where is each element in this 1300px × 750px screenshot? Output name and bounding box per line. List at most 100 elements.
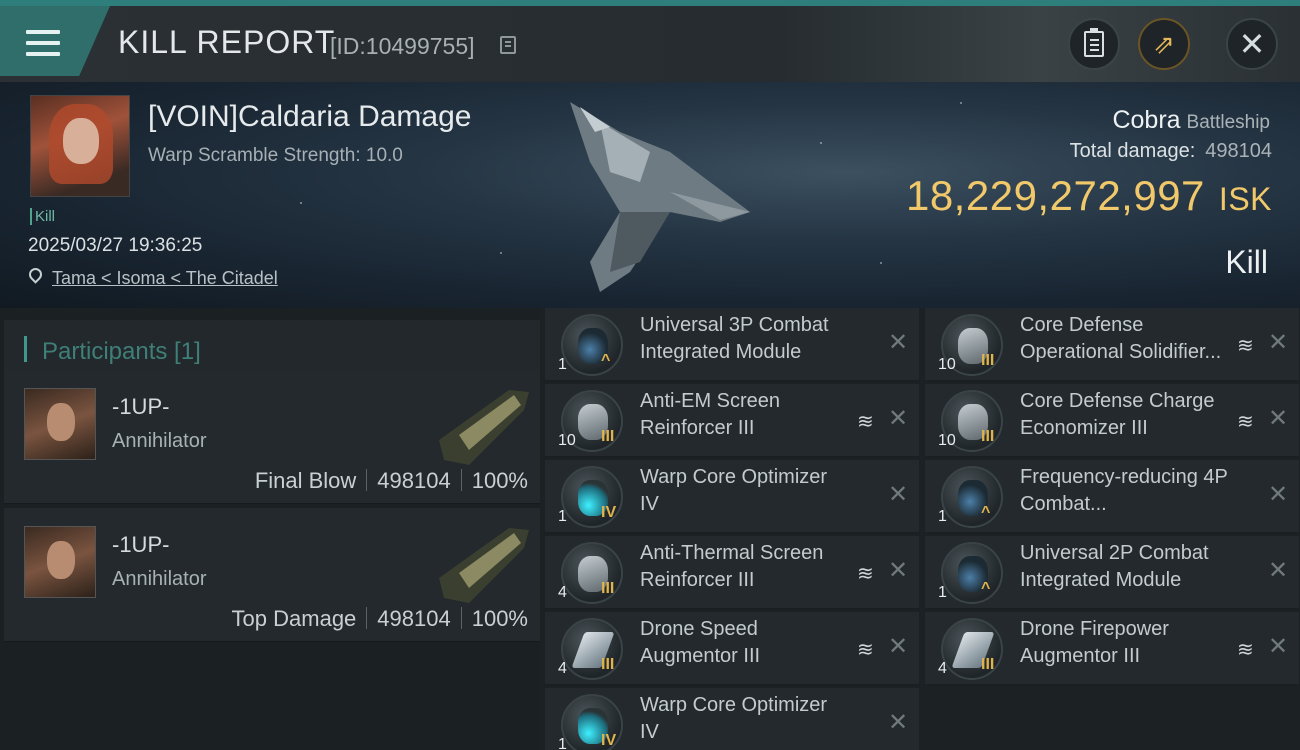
- module-row[interactable]: 1 ^ Frequency-reducing 4P Combat... ✕: [925, 460, 1299, 534]
- stack-layers-icon[interactable]: ≋: [1237, 333, 1254, 358]
- remove-icon[interactable]: ✕: [888, 708, 908, 737]
- remove-icon[interactable]: ✕: [888, 328, 908, 357]
- victim-name[interactable]: [VOIN]Caldaria Damage: [148, 100, 471, 134]
- participants-panel: Participants [1] -1UP- Annihilator Final…: [0, 308, 540, 750]
- report-id: [ID:10499755]: [330, 33, 475, 59]
- victim-avatar[interactable]: [30, 95, 130, 197]
- module-row[interactable]: 4 III Anti-Thermal Screen Reinforcer III ≋ ✕: [545, 536, 919, 610]
- clipboard-button[interactable]: [1068, 18, 1120, 70]
- close-icon: ✕: [1238, 26, 1266, 62]
- copy-icon[interactable]: [500, 36, 516, 54]
- module-quantity: 1: [938, 508, 947, 525]
- remove-icon[interactable]: ✕: [888, 556, 908, 585]
- stack-layers-icon[interactable]: ≋: [857, 561, 874, 586]
- remove-icon[interactable]: ✕: [1268, 328, 1288, 357]
- remove-icon[interactable]: ✕: [888, 404, 908, 433]
- module-quantity: 10: [558, 432, 576, 449]
- module-row[interactable]: 1 ^ Universal 2P Combat Integrated Module ✕: [925, 536, 1299, 610]
- module-row[interactable]: 10 III Core Defense Operational Solidifier…: [925, 308, 1299, 382]
- participant-avatar[interactable]: [24, 526, 96, 598]
- module-name: Anti-Thermal Screen Reinforcer III: [640, 542, 824, 591]
- module-tier: ^: [981, 504, 991, 521]
- victim-panel: [VOIN]Caldaria Damage Warp Scramble Stre…: [0, 82, 1300, 308]
- clipboard-icon: [1084, 28, 1104, 57]
- module-quantity: 10: [938, 432, 956, 449]
- module-row[interactable]: 1 ^ Universal 3P Combat Integrated Module ✕: [545, 308, 919, 382]
- module-quantity: 1: [938, 584, 947, 601]
- kill-datetime: 2025/03/27 19:36:25: [28, 235, 203, 256]
- total-damage: Total damage: 498104: [1069, 140, 1272, 162]
- module-tier: III: [981, 656, 995, 673]
- module-name: Warp Core Optimizer IV: [640, 694, 828, 743]
- participants-title: Participants [1]: [42, 338, 201, 365]
- module-tier: III: [601, 428, 615, 445]
- close-button[interactable]: ✕: [1226, 18, 1278, 70]
- module-name: Warp Core Optimizer IV: [640, 466, 828, 515]
- remove-icon[interactable]: ✕: [1268, 480, 1288, 509]
- module-tier: IV: [601, 504, 617, 521]
- participant-ship: Annihilator: [112, 430, 207, 452]
- module-name: Anti-EM Screen Reinforcer III: [640, 390, 781, 439]
- location-link[interactable]: Tama < Isoma < The Citadel: [52, 268, 278, 289]
- stack-layers-icon[interactable]: ≋: [857, 637, 874, 662]
- module-tier: III: [601, 656, 615, 673]
- warp-scramble-strength: Warp Scramble Strength: 10.0: [148, 145, 403, 166]
- fitted-modules-panel: 1 ^ Universal 3P Combat Integrated Module ✕…: [545, 308, 1300, 750]
- module-tier: ^: [601, 352, 611, 369]
- integrated-module-icon: [941, 466, 1003, 528]
- module-name: Frequency-reducing 4P Combat...: [1020, 466, 1228, 515]
- kill-tag: Kill: [30, 208, 55, 225]
- module-quantity: 1: [558, 736, 567, 750]
- module-name: Universal 3P Combat Integrated Module: [640, 314, 829, 363]
- module-quantity: 4: [558, 584, 567, 601]
- stack-layers-icon[interactable]: ≋: [1237, 409, 1254, 434]
- module-row[interactable]: 1 IV Warp Core Optimizer IV ✕: [545, 460, 919, 534]
- menu-icon: [26, 30, 60, 60]
- ship-render: [570, 102, 750, 292]
- module-row[interactable]: 1 IV Warp Core Optimizer IV ✕: [545, 688, 919, 750]
- module-quantity: 1: [558, 508, 567, 525]
- participant-name: -1UP-: [112, 394, 170, 419]
- participant-ship-icon: [439, 528, 529, 603]
- integrated-module-icon: [941, 542, 1003, 604]
- module-row[interactable]: 10 III Anti-EM Screen Reinforcer III ≋ ✕: [545, 384, 919, 458]
- module-row[interactable]: 4 III Drone Speed Augmentor III ≋ ✕: [545, 612, 919, 686]
- participant-avatar[interactable]: [24, 388, 96, 460]
- page-title: KILL REPORT: [118, 24, 336, 60]
- module-row[interactable]: 4 III Drone Firepower Augmentor III ≋ ✕: [925, 612, 1299, 686]
- ship-name: Cobra Battleship: [1112, 106, 1270, 134]
- remove-icon[interactable]: ✕: [1268, 556, 1288, 585]
- module-name: Drone Speed Augmentor III: [640, 618, 761, 667]
- isk-value: 18,229,272,997 ISK: [905, 172, 1272, 219]
- share-icon: ⇗: [1153, 29, 1175, 59]
- module-quantity: 4: [938, 660, 947, 677]
- remove-icon[interactable]: ✕: [1268, 404, 1288, 433]
- result-label: Kill: [1225, 244, 1268, 280]
- module-tier: III: [981, 352, 995, 369]
- module-name: Universal 2P Combat Integrated Module: [1020, 542, 1209, 591]
- location-pin-icon: [26, 265, 45, 284]
- remove-icon[interactable]: ✕: [888, 480, 908, 509]
- participant-row[interactable]: -1UP- Annihilator Final Blow 498104 100%: [4, 370, 540, 504]
- participant-stats: Top Damage 498104 100%: [231, 606, 528, 631]
- kill-report-screen: KILL REPORT [ID:10499755] ⇗ ✕ [VOIN]Cald…: [0, 0, 1300, 750]
- participant-name: -1UP-: [112, 532, 170, 557]
- module-tier: III: [981, 428, 995, 445]
- module-quantity: 1: [558, 356, 567, 373]
- remove-icon[interactable]: ✕: [1268, 632, 1288, 661]
- participant-row[interactable]: -1UP- Annihilator Top Damage 498104 100%: [4, 508, 540, 642]
- remove-icon[interactable]: ✕: [888, 632, 908, 661]
- module-quantity: 4: [558, 660, 567, 677]
- module-name: Drone Firepower Augmentor III: [1020, 618, 1169, 667]
- module-tier: III: [601, 580, 615, 597]
- participant-ship: Annihilator: [112, 568, 207, 590]
- integrated-module-icon: [561, 314, 623, 376]
- stack-layers-icon[interactable]: ≋: [857, 409, 874, 434]
- participant-ship-icon: [439, 390, 529, 465]
- stack-layers-icon[interactable]: ≋: [1237, 637, 1254, 662]
- participants-header[interactable]: Participants [1]: [4, 320, 540, 376]
- module-tier: IV: [601, 732, 617, 749]
- module-row[interactable]: 10 III Core Defense Charge Economizer III ≋…: [925, 384, 1299, 458]
- share-button[interactable]: ⇗: [1138, 18, 1190, 70]
- participant-stats: Final Blow 498104 100%: [254, 468, 528, 493]
